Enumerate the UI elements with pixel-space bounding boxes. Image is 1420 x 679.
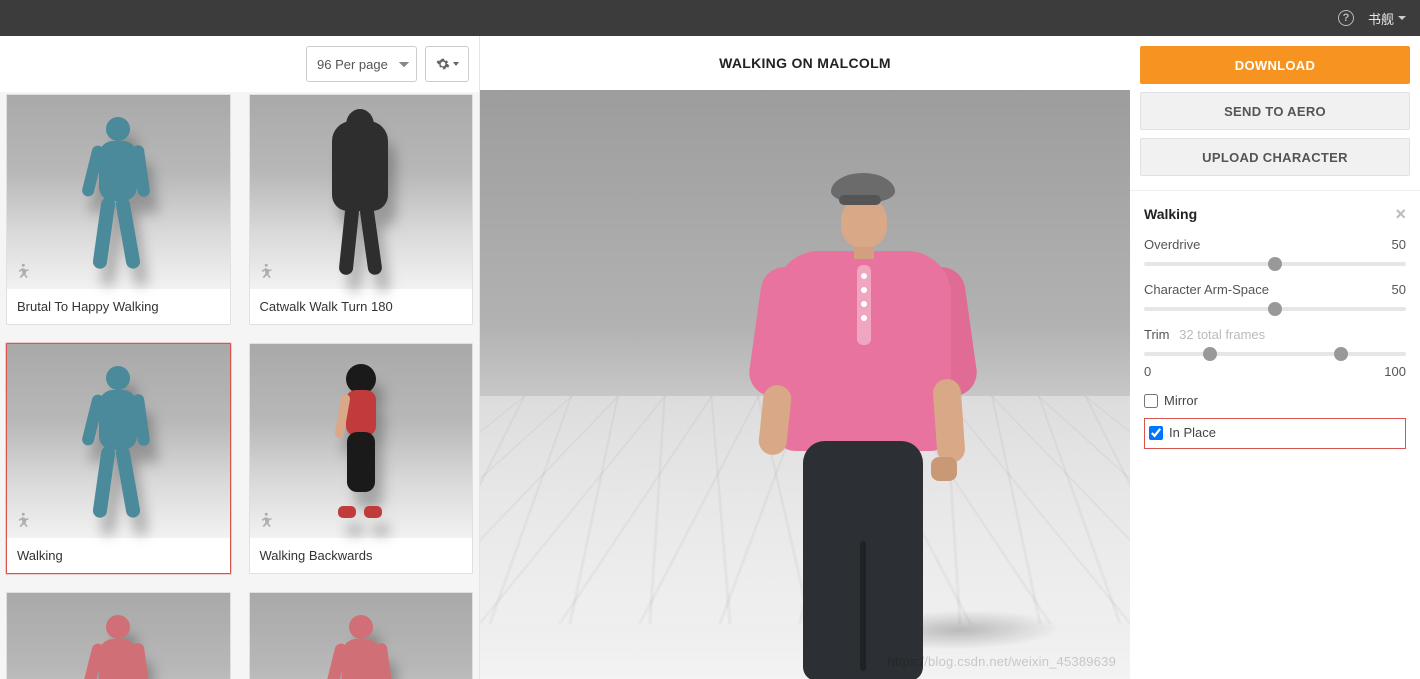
trim-hint: 32 total frames <box>1179 327 1265 342</box>
arm-space-label: Character Arm-Space <box>1144 282 1269 297</box>
animation-thumbnail <box>250 593 473 679</box>
per-page-select[interactable]: 96 Per page <box>306 46 417 82</box>
animation-card[interactable]: Walking Backwards <box>249 343 474 574</box>
properties-panel: DOWNLOAD SEND TO AERO UPLOAD CHARACTER W… <box>1130 36 1420 679</box>
running-icon <box>258 263 276 281</box>
animation-thumbnail <box>250 95 473 289</box>
animation-list-panel: 96 Per page Brutal To Happy Walking Catwa… <box>0 36 480 679</box>
arm-space-row: Character Arm-Space 50 <box>1144 282 1406 317</box>
viewport-panel: WALKING ON MALCOLM https://blog.csdn.net… <box>480 36 1130 679</box>
trim-to: 100 <box>1384 364 1406 379</box>
animation-properties: Walking × Overdrive 50 Character Arm-Spa… <box>1130 190 1420 449</box>
character-malcolm <box>765 157 985 679</box>
animation-card[interactable]: Brutal To Happy Walking <box>6 94 231 325</box>
in-place-highlight: In Place <box>1144 418 1406 449</box>
animation-thumbnail <box>250 344 473 538</box>
animation-card-label: Brutal To Happy Walking <box>7 289 230 324</box>
help-icon[interactable]: ? <box>1338 10 1354 26</box>
animation-thumbnail <box>7 95 230 289</box>
trim-from: 0 <box>1144 364 1151 379</box>
animation-grid-scroll[interactable]: Brutal To Happy Walking Catwalk Walk Turn… <box>0 92 479 679</box>
chevron-down-icon <box>1398 16 1406 20</box>
animation-grid: Brutal To Happy Walking Catwalk Walk Turn… <box>6 94 473 679</box>
list-toolbar: 96 Per page <box>0 36 479 92</box>
3d-viewport[interactable]: https://blog.csdn.net/weixin_45389639 <box>480 90 1130 679</box>
animation-card-label: Walking <box>7 538 230 573</box>
mirror-checkbox[interactable] <box>1144 394 1158 408</box>
animation-thumbnail <box>7 344 230 538</box>
topbar: ? 书舰 <box>0 0 1420 36</box>
animation-card[interactable]: Catwalk Walk Turn 180 <box>249 94 474 325</box>
in-place-label: In Place <box>1169 425 1216 440</box>
animation-card-label: Catwalk Walk Turn 180 <box>250 289 473 324</box>
panel-title: Walking <box>1144 206 1197 222</box>
in-place-checkbox[interactable] <box>1149 426 1163 440</box>
list-settings-button[interactable] <box>425 46 469 82</box>
close-icon[interactable]: × <box>1395 205 1406 223</box>
viewport-title: WALKING ON MALCOLM <box>480 36 1130 90</box>
animation-card-label: Walking Backwards <box>250 538 473 573</box>
running-icon <box>15 512 33 530</box>
running-icon <box>258 512 276 530</box>
user-menu[interactable]: 书舰 <box>1368 9 1406 28</box>
trim-label: Trim <box>1144 327 1170 342</box>
chevron-down-icon <box>453 62 459 66</box>
main: 96 Per page Brutal To Happy Walking Catwa… <box>0 36 1420 679</box>
mirror-label: Mirror <box>1164 393 1198 408</box>
gear-icon <box>436 57 450 71</box>
overdrive-slider[interactable] <box>1144 256 1406 272</box>
arm-space-slider[interactable] <box>1144 301 1406 317</box>
animation-card[interactable] <box>249 592 474 679</box>
animation-thumbnail <box>7 593 230 679</box>
animation-card[interactable] <box>6 592 231 679</box>
trim-row: Trim 32 total frames 0 100 <box>1144 327 1406 379</box>
send-to-aero-button[interactable]: SEND TO AERO <box>1140 92 1410 130</box>
overdrive-label: Overdrive <box>1144 237 1200 252</box>
running-icon <box>15 263 33 281</box>
trim-slider[interactable] <box>1144 346 1406 362</box>
upload-character-button[interactable]: UPLOAD CHARACTER <box>1140 138 1410 176</box>
overdrive-row: Overdrive 50 <box>1144 237 1406 272</box>
download-button[interactable]: DOWNLOAD <box>1140 46 1410 84</box>
in-place-checkbox-row[interactable]: In Place <box>1149 425 1401 440</box>
animation-card[interactable]: Walking <box>6 343 231 574</box>
overdrive-value: 50 <box>1392 237 1406 252</box>
arm-space-value: 50 <box>1392 282 1406 297</box>
mirror-checkbox-row[interactable]: Mirror <box>1144 393 1406 408</box>
user-label: 书舰 <box>1368 9 1394 28</box>
